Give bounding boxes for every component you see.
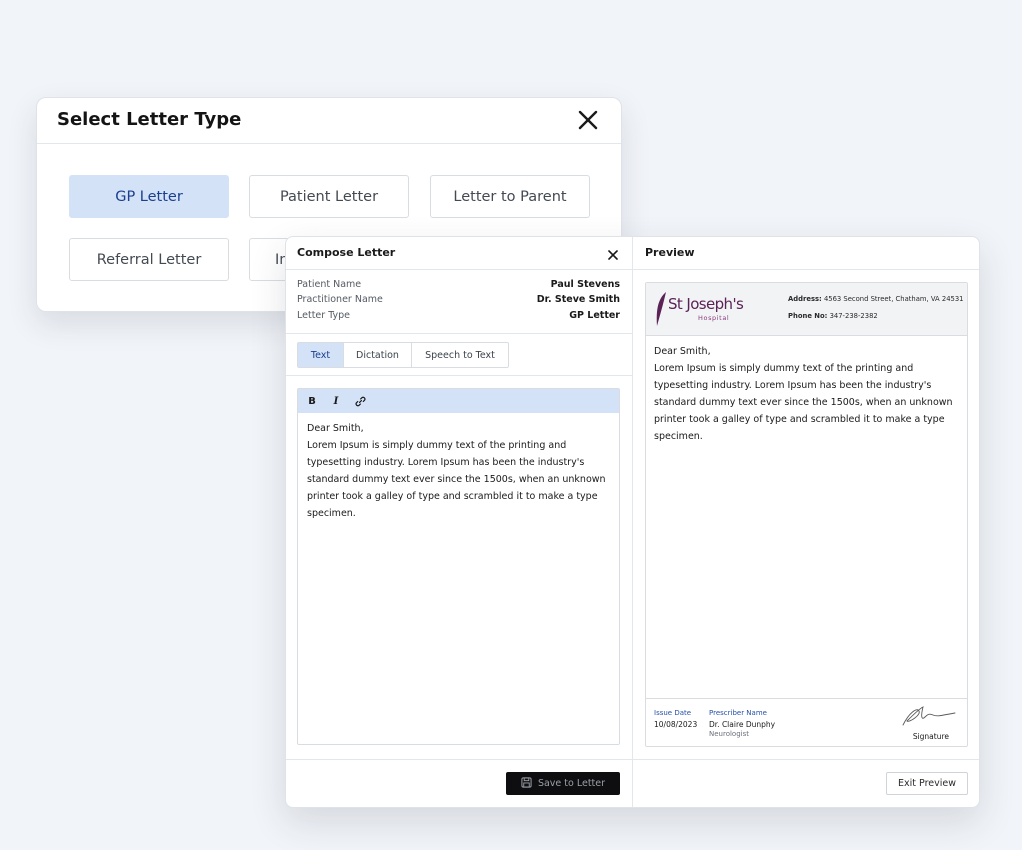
divider bbox=[286, 375, 632, 376]
tab-text[interactable]: Text bbox=[298, 343, 344, 367]
hospital-subtitle: Hospital bbox=[698, 314, 730, 322]
divider bbox=[286, 759, 632, 760]
tab-dictation[interactable]: Dictation bbox=[344, 343, 412, 367]
letter-type-value: GP Letter bbox=[569, 310, 620, 321]
letter-to-parent-button[interactable]: Letter to Parent bbox=[430, 175, 590, 218]
preview-greeting: Dear Smith, bbox=[654, 346, 711, 357]
hospital-logo: St Joseph's Hospital bbox=[654, 291, 744, 327]
prescriber-name-label: Prescriber Name bbox=[709, 709, 767, 717]
prescriber-role: Neurologist bbox=[709, 730, 749, 738]
practitioner-name-value: Dr. Steve Smith bbox=[536, 294, 620, 305]
save-icon bbox=[521, 776, 532, 791]
letter-editor[interactable]: B I Dear Smith, Lorem Ipsum is simply du… bbox=[297, 388, 620, 745]
address-label: Address: bbox=[788, 295, 822, 303]
italic-button[interactable]: I bbox=[328, 393, 344, 409]
preview-pane: Preview St Joseph's Hospital Address: 45… bbox=[633, 237, 979, 807]
referral-letter-button[interactable]: Referral Letter bbox=[69, 238, 229, 281]
patient-name-row: Patient Name Paul Stevens bbox=[297, 279, 620, 294]
gp-letter-button[interactable]: GP Letter bbox=[69, 175, 229, 218]
close-icon[interactable] bbox=[607, 246, 619, 260]
hospital-name: St Joseph's bbox=[668, 295, 744, 313]
preview-text: Lorem Ipsum is simply dummy text of the … bbox=[654, 363, 953, 442]
editor-toolbar: B I bbox=[298, 389, 619, 413]
signature-image bbox=[899, 703, 959, 729]
letter-preview-body: Dear Smith, Lorem Ipsum is simply dummy … bbox=[646, 336, 967, 452]
tab-speech-to-text[interactable]: Speech to Text bbox=[412, 343, 508, 367]
link-icon[interactable] bbox=[352, 393, 368, 409]
patient-name-label: Patient Name bbox=[297, 279, 362, 290]
letter-type-label: Letter Type bbox=[297, 310, 351, 321]
phone-value: 347-238-2382 bbox=[829, 312, 878, 320]
compose-title: Compose Letter bbox=[297, 246, 396, 259]
practitioner-name-row: Practitioner Name Dr. Steve Smith bbox=[297, 294, 620, 309]
dialog-title: Select Letter Type bbox=[57, 109, 242, 130]
issue-date-value: 10/08/2023 bbox=[654, 720, 698, 729]
exit-preview-button[interactable]: Exit Preview bbox=[886, 772, 968, 795]
input-mode-tabs: Text Dictation Speech to Text bbox=[297, 342, 509, 368]
hospital-phone: Phone No: 347-238-2382 bbox=[788, 312, 878, 320]
compose-letter-pane: Compose Letter Patient Name Paul Stevens… bbox=[286, 237, 633, 807]
bold-button[interactable]: B bbox=[304, 393, 320, 409]
prescriber-name-value: Dr. Claire Dunphy bbox=[709, 720, 776, 729]
practitioner-name-label: Practitioner Name bbox=[297, 294, 383, 305]
issue-date-label: Issue Date bbox=[654, 709, 692, 717]
patient-name-value: Paul Stevens bbox=[550, 279, 620, 290]
phone-label: Phone No: bbox=[788, 312, 828, 320]
letter-type-row: Letter Type GP Letter bbox=[297, 310, 620, 325]
letterhead: St Joseph's Hospital Address: 4563 Secon… bbox=[646, 283, 967, 336]
hospital-address: Address: 4563 Second Street, Chatham, VA… bbox=[788, 295, 964, 303]
letter-text: Lorem Ipsum is simply dummy text of the … bbox=[307, 440, 606, 519]
close-icon[interactable] bbox=[577, 109, 599, 131]
preview-title: Preview bbox=[645, 246, 695, 259]
divider bbox=[286, 333, 632, 334]
letter-preview: St Joseph's Hospital Address: 4563 Secon… bbox=[645, 282, 968, 747]
dialog-header: Select Letter Type bbox=[37, 98, 621, 144]
compose-preview-panel: Compose Letter Patient Name Paul Stevens… bbox=[285, 236, 980, 808]
patient-letter-button[interactable]: Patient Letter bbox=[249, 175, 409, 218]
save-label: Save to Letter bbox=[537, 778, 606, 789]
letter-greeting: Dear Smith, bbox=[307, 423, 364, 434]
signature-label: Signature bbox=[912, 732, 949, 741]
editor-content[interactable]: Dear Smith, Lorem Ipsum is simply dummy … bbox=[298, 413, 619, 529]
divider bbox=[633, 759, 979, 760]
save-to-letter-button[interactable]: Save to Letter bbox=[506, 772, 620, 795]
address-value: 4563 Second Street, Chatham, VA 24531 bbox=[823, 295, 964, 303]
letter-footer: Issue Date 10/08/2023 Prescriber Name Dr… bbox=[646, 698, 967, 746]
